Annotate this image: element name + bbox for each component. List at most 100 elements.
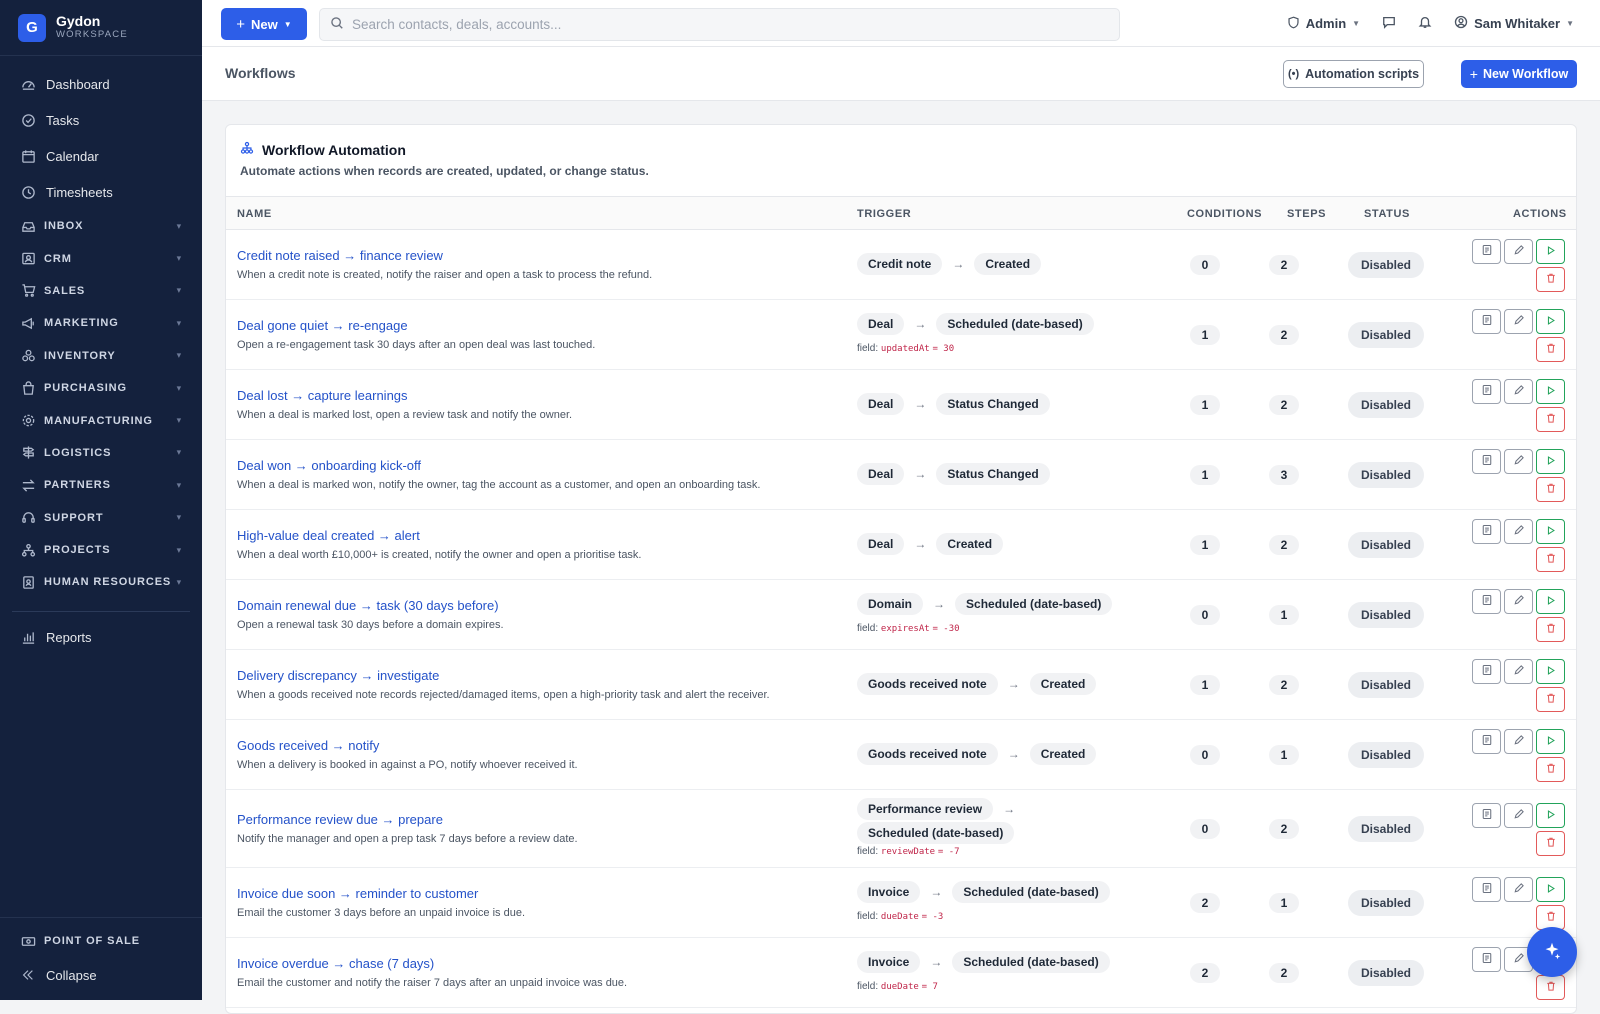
sidebar-group-support[interactable]: SUPPORT ▾ [0, 502, 202, 534]
view-button[interactable] [1472, 309, 1501, 334]
sidebar-item-reports[interactable]: Reports [0, 620, 202, 656]
status-badge[interactable]: Disabled [1348, 532, 1424, 558]
run-button[interactable] [1536, 519, 1565, 544]
workflow-name-link[interactable]: High-value deal created → alert [237, 528, 420, 543]
view-button[interactable] [1472, 239, 1501, 264]
status-badge[interactable]: Disabled [1348, 742, 1424, 768]
status-badge[interactable]: Disabled [1348, 960, 1424, 986]
sidebar-group-inventory[interactable]: INVENTORY ▾ [0, 340, 202, 372]
view-button[interactable] [1472, 449, 1501, 474]
view-button[interactable] [1472, 947, 1501, 972]
status-badge[interactable]: Disabled [1348, 252, 1424, 278]
status-badge[interactable]: Disabled [1348, 602, 1424, 628]
delete-button[interactable] [1536, 975, 1565, 1000]
workflow-name-link[interactable]: Domain renewal due → task (30 days befor… [237, 598, 499, 613]
run-button[interactable] [1536, 589, 1565, 614]
sidebar-group-manufacturing[interactable]: MANUFACTURING ▾ [0, 404, 202, 436]
run-button[interactable] [1536, 449, 1565, 474]
sidebar-group-crm[interactable]: CRM ▾ [0, 242, 202, 274]
run-button[interactable] [1536, 379, 1565, 404]
run-button[interactable] [1536, 877, 1565, 902]
view-button[interactable] [1472, 659, 1501, 684]
view-button[interactable] [1472, 877, 1501, 902]
edit-button[interactable] [1504, 729, 1533, 754]
sidebar-group-human-resources[interactable]: HUMAN RESOURCES ▾ [0, 566, 202, 598]
col-steps[interactable]: STEPS [1287, 208, 1326, 220]
workflow-name-link[interactable]: Deal gone quiet → re-engage [237, 318, 408, 333]
run-button[interactable] [1536, 239, 1565, 264]
search-box[interactable] [319, 8, 1120, 41]
run-button[interactable] [1536, 729, 1565, 754]
workflow-name-link[interactable]: Invoice due soon → reminder to customer [237, 886, 478, 901]
user-menu[interactable]: Sam Whitaker ▼ [1454, 15, 1574, 32]
workflow-name-link[interactable]: Goods received → notify [237, 738, 379, 753]
delete-button[interactable] [1536, 547, 1565, 572]
col-trigger[interactable]: TRIGGER [857, 208, 911, 220]
col-status[interactable]: STATUS [1364, 208, 1410, 220]
sidebar-group-partners[interactable]: PARTNERS ▾ [0, 469, 202, 501]
sidebar-item-calendar[interactable]: Calendar [0, 138, 202, 174]
trigger: Goods received note → Created [857, 743, 1097, 765]
sidebar-item-timesheets[interactable]: Timesheets [0, 174, 202, 210]
workflow-name-link[interactable]: Delivery discrepancy → investigate [237, 668, 439, 683]
new-workflow-button[interactable]: + New Workflow [1461, 60, 1577, 88]
workflow-name-link[interactable]: Credit note raised → finance review [237, 248, 443, 263]
sidebar-group-projects[interactable]: PROJECTS ▾ [0, 534, 202, 566]
view-button[interactable] [1472, 729, 1501, 754]
sidebar-group-marketing[interactable]: MARKETING ▾ [0, 307, 202, 339]
sidebar-item-dashboard[interactable]: Dashboard [0, 66, 202, 102]
col-conditions[interactable]: CONDITIONS [1187, 208, 1262, 220]
sidebar-item-tasks[interactable]: Tasks [0, 102, 202, 138]
delete-button[interactable] [1536, 831, 1565, 856]
new-button[interactable]: + New ▼ [221, 8, 307, 40]
workflow-name-link[interactable]: Performance review due → prepare [237, 812, 443, 827]
delete-button[interactable] [1536, 687, 1565, 712]
edit-button[interactable] [1504, 309, 1533, 334]
edit-button[interactable] [1504, 589, 1533, 614]
edit-button[interactable] [1504, 803, 1533, 828]
sidebar-group-inbox[interactable]: INBOX ▾ [0, 210, 202, 242]
ai-assistant-button[interactable] [1527, 927, 1577, 977]
delete-button[interactable] [1536, 757, 1565, 782]
status-badge[interactable]: Disabled [1348, 392, 1424, 418]
workflow-name-link[interactable]: Invoice overdue → chase (7 days) [237, 956, 434, 971]
col-name[interactable]: NAME [237, 208, 272, 220]
sidebar-group-logistics[interactable]: LOGISTICS ▾ [0, 437, 202, 469]
sidebar-group-purchasing[interactable]: PURCHASING ▾ [0, 372, 202, 404]
delete-button[interactable] [1536, 267, 1565, 292]
status-badge[interactable]: Disabled [1348, 890, 1424, 916]
status-badge[interactable]: Disabled [1348, 322, 1424, 348]
workflow-name-link[interactable]: Deal lost → capture learnings [237, 388, 408, 403]
search-input[interactable] [352, 17, 1092, 32]
status-badge[interactable]: Disabled [1348, 816, 1424, 842]
run-button[interactable] [1536, 309, 1565, 334]
delete-button[interactable] [1536, 407, 1565, 432]
sidebar-group-sales[interactable]: SALES ▾ [0, 275, 202, 307]
view-button[interactable] [1472, 519, 1501, 544]
delete-button[interactable] [1536, 337, 1565, 362]
automation-scripts-button[interactable]: (•) Automation scripts [1283, 60, 1424, 88]
delete-button[interactable] [1536, 477, 1565, 502]
role-switcher[interactable]: Admin ▼ [1287, 16, 1360, 32]
messages-button[interactable] [1382, 15, 1396, 32]
edit-button[interactable] [1504, 379, 1533, 404]
view-button[interactable] [1472, 379, 1501, 404]
view-button[interactable] [1472, 589, 1501, 614]
edit-button[interactable] [1504, 877, 1533, 902]
status-badge[interactable]: Disabled [1348, 462, 1424, 488]
edit-button[interactable] [1504, 659, 1533, 684]
edit-button[interactable] [1504, 239, 1533, 264]
sidebar-group-label: SUPPORT [44, 511, 104, 524]
view-button[interactable] [1472, 803, 1501, 828]
workflow-name-link[interactable]: Deal won → onboarding kick-off [237, 458, 421, 473]
edit-button[interactable] [1504, 519, 1533, 544]
delete-button[interactable] [1536, 617, 1565, 642]
collapse-button[interactable]: Collapse [0, 958, 202, 992]
run-button[interactable] [1536, 803, 1565, 828]
edit-button[interactable] [1504, 449, 1533, 474]
status-badge[interactable]: Disabled [1348, 672, 1424, 698]
brand[interactable]: G Gydon WORKSPACE [0, 0, 202, 56]
sidebar-item-point-of-sale[interactable]: POINT OF SALE [0, 924, 202, 958]
run-button[interactable] [1536, 659, 1565, 684]
notifications-button[interactable] [1418, 15, 1432, 32]
